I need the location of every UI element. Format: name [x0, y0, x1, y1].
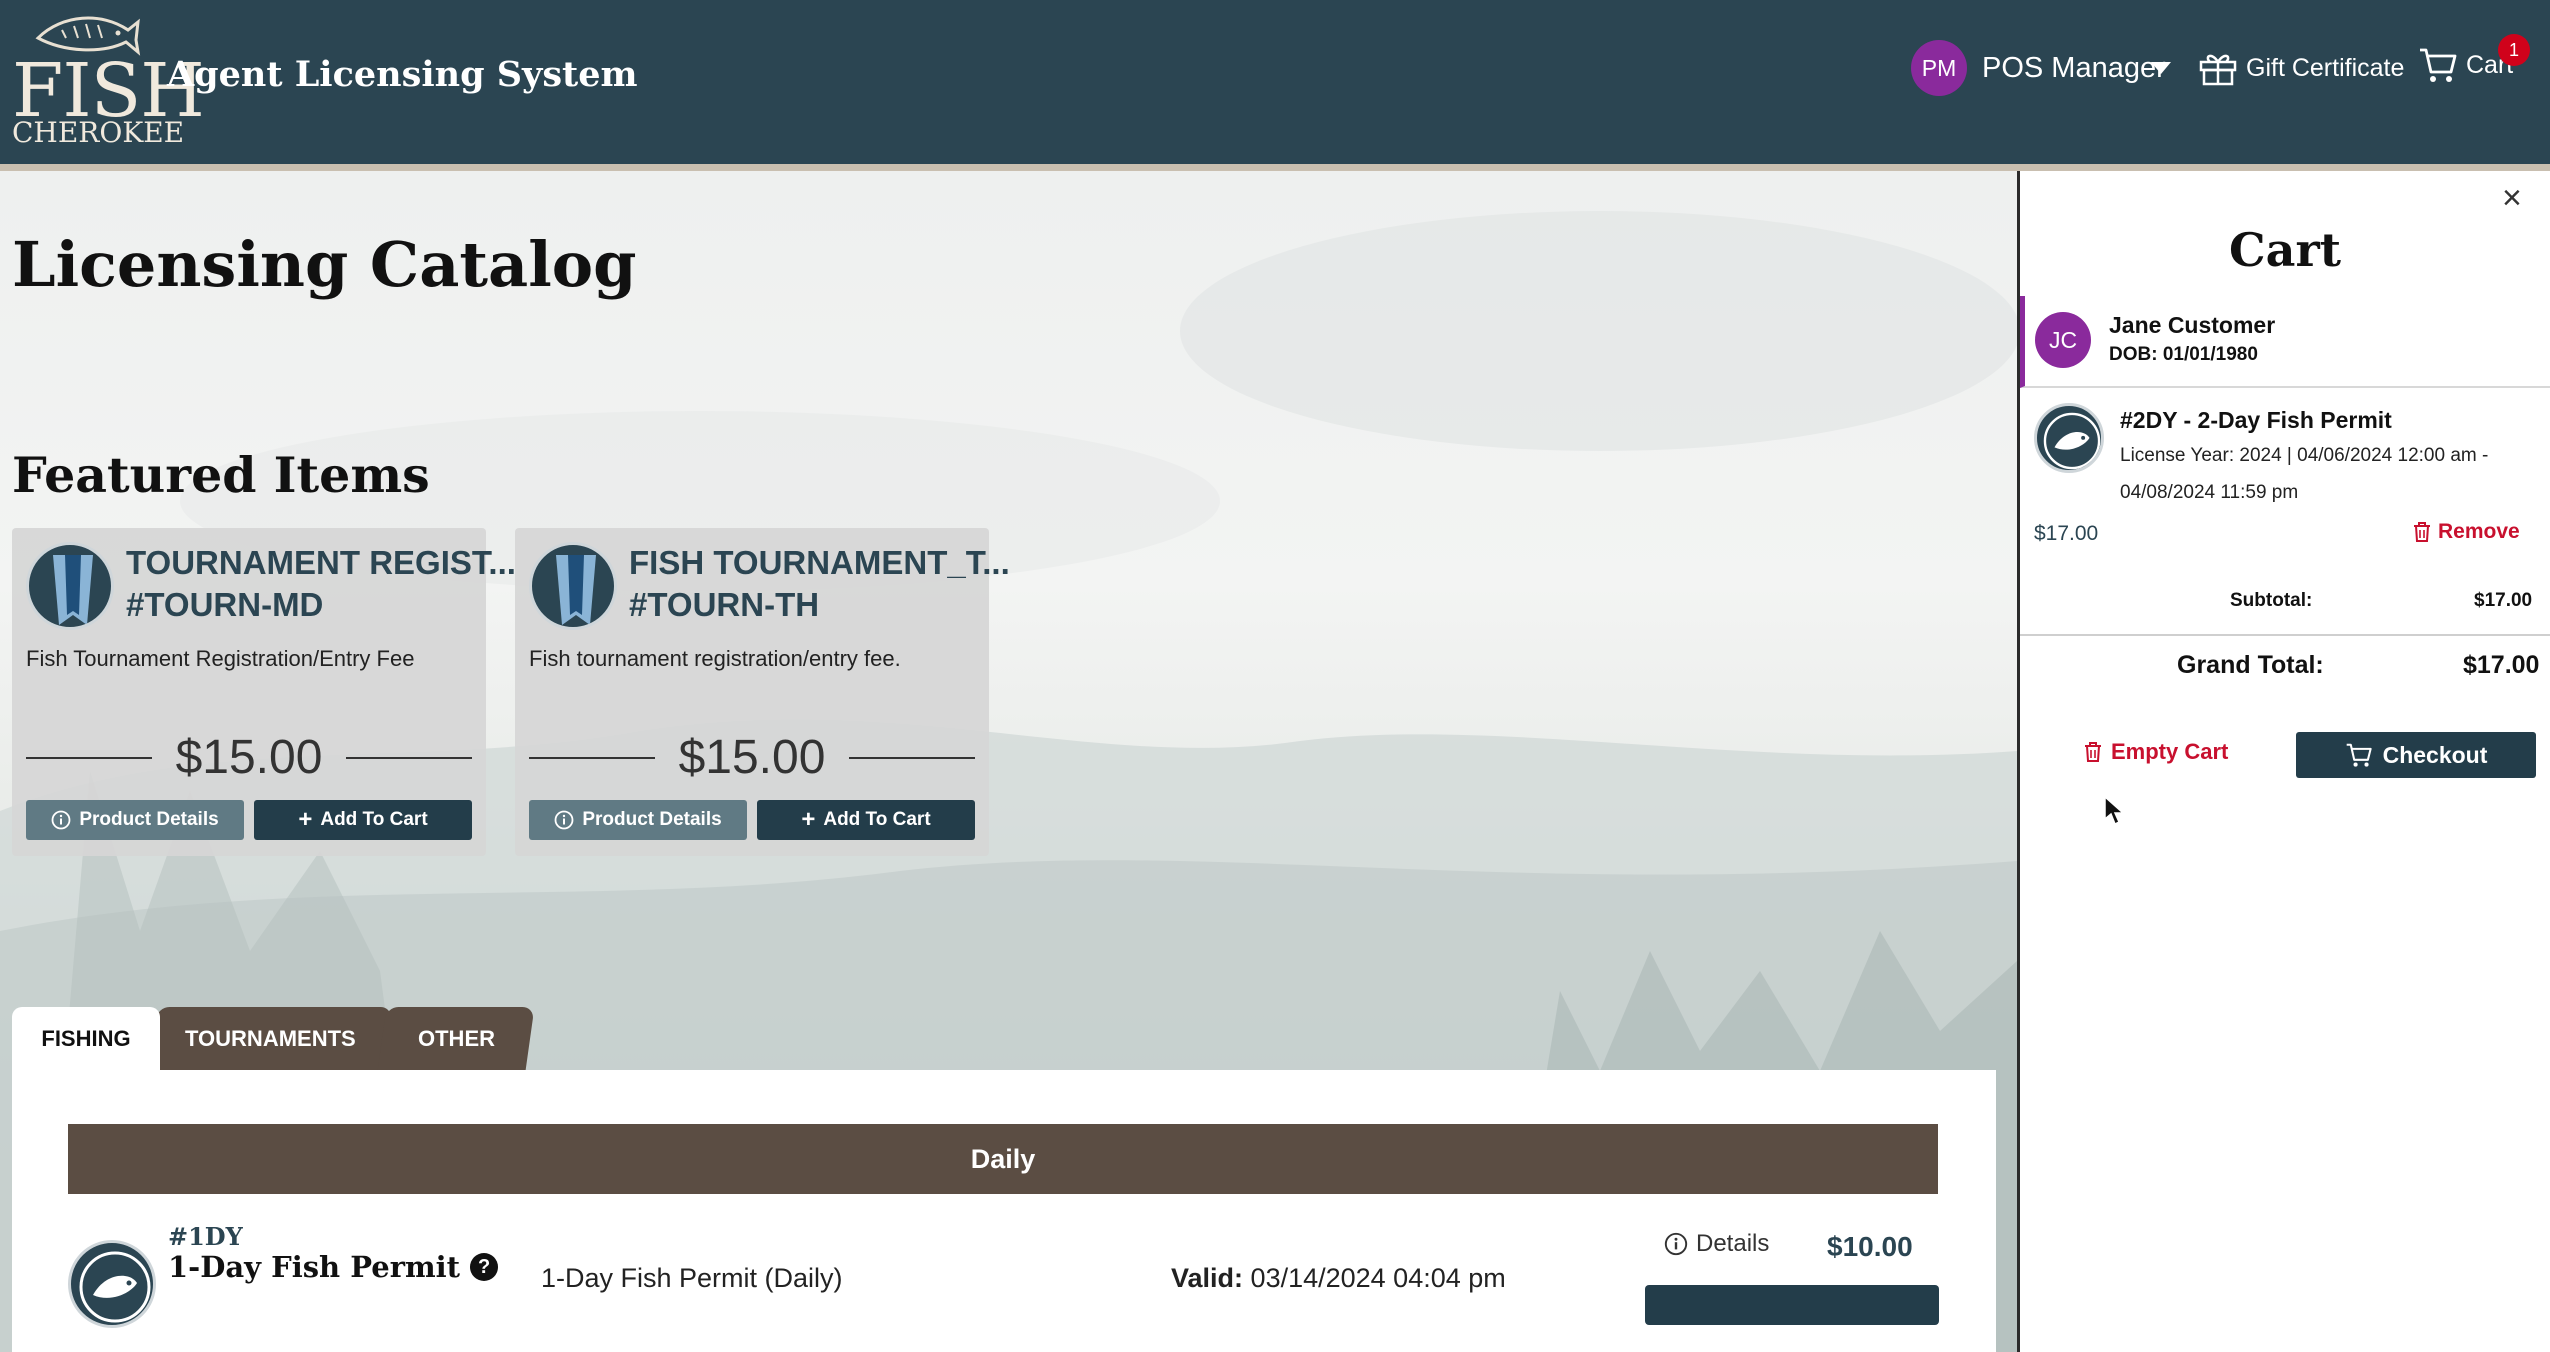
grand-total-value: $17.00: [2463, 651, 2540, 679]
list-item-price: $10.00: [1827, 1231, 1913, 1262]
app-header: FISH CHEROKEE Agent Licensing System PM …: [0, 0, 2550, 164]
checkout-label: Checkout: [2382, 741, 2488, 768]
remove-item-button[interactable]: Remove: [2412, 520, 2520, 544]
cart-count-badge: 1: [2498, 34, 2530, 66]
section-header-daily: Daily: [68, 1124, 1938, 1194]
customer-dob: DOB: 01/01/1980: [2109, 344, 2258, 365]
customer-name: Jane Customer: [2109, 312, 2276, 338]
user-menu-name[interactable]: POS Manager: [1982, 52, 2166, 85]
info-icon: [1664, 1232, 1688, 1256]
price-divider: [346, 757, 472, 759]
tab-label: TOURNAMENTS: [185, 1026, 356, 1051]
product-details-button[interactable]: Product Details: [26, 800, 244, 840]
details-label: Details: [1696, 1230, 1770, 1257]
app-title: Agent Licensing System: [167, 54, 638, 95]
cart-icon: [2346, 743, 2372, 767]
product-details-button[interactable]: Product Details: [529, 800, 747, 840]
featured-item-description: Fish tournament registration/entry fee.: [529, 646, 901, 671]
remove-label: Remove: [2438, 520, 2520, 543]
user-avatar[interactable]: PM: [1911, 40, 1967, 96]
cart-title: Cart: [2229, 223, 2341, 277]
help-icon[interactable]: ?: [470, 1253, 499, 1281]
list-item-details-link[interactable]: Details: [1664, 1230, 1769, 1258]
list-item-title: 1-Day Fish Permit: [168, 1250, 461, 1284]
cart-customer: JC Jane Customer DOB: 01/01/1980: [2020, 296, 2550, 388]
fish-cherokee-logo[interactable]: FISH CHEROKEE: [10, 8, 205, 153]
trash-icon: [2085, 742, 2101, 762]
tab-fishing[interactable]: FISHING: [12, 1007, 160, 1071]
cart-panel: × Cart JC Jane Customer DOB: 01/01/1980 …: [2017, 171, 2550, 1352]
list-item-add-to-cart-button[interactable]: [1645, 1285, 1939, 1325]
list-item-name: 1-Day Fish Permit ?: [168, 1250, 499, 1284]
trash-icon: [2414, 522, 2430, 542]
featured-item-code: #TOURN-MD: [126, 586, 324, 623]
grand-total-label: Grand Total:: [2177, 651, 2324, 679]
add-to-cart-label: Add To Cart: [320, 809, 428, 830]
featured-item-name: TOURNAMENT REGIST...: [126, 544, 516, 581]
cart-item-name: #2DY - 2-Day Fish Permit: [2120, 407, 2392, 433]
catalog-main: Licensing Catalog Featured Items TOURNAM…: [0, 171, 2017, 1352]
cart-item-price: $17.00: [2034, 522, 2099, 545]
tab-other[interactable]: OTHER: [377, 1007, 535, 1071]
featured-items-title: Featured Items: [12, 446, 430, 504]
checkout-button[interactable]: Checkout: [2296, 732, 2536, 778]
cart-item-detail: License Year: 2024 | 04/06/2024 12:00 am…: [2120, 445, 2489, 466]
add-to-cart-button[interactable]: + Add To Cart: [254, 800, 472, 840]
info-icon: [51, 810, 71, 830]
tab-tournaments[interactable]: TOURNAMENTS: [148, 1007, 393, 1071]
list-item-valid: Valid: 03/14/2024 04:04 pm: [1171, 1263, 1506, 1294]
add-to-cart-button[interactable]: + Add To Cart: [757, 800, 975, 840]
gift-icon: [2199, 54, 2237, 86]
cart-divider: [2020, 634, 2550, 636]
fish-badge-icon: [68, 1240, 156, 1328]
plus-icon: +: [298, 806, 313, 833]
valid-value: 03/14/2024 04:04 pm: [1250, 1263, 1506, 1293]
featured-item-description: Fish Tournament Registration/Entry Fee: [26, 646, 415, 671]
close-icon[interactable]: ×: [2502, 179, 2522, 218]
valid-label: Valid:: [1171, 1263, 1244, 1293]
product-details-label: Product Details: [79, 809, 219, 830]
fish-badge-icon: [2034, 403, 2104, 473]
tab-label: OTHER: [417, 1026, 495, 1051]
gift-certificate-label: Gift Certificate: [2246, 53, 2405, 82]
chevron-down-icon[interactable]: [2151, 62, 2171, 74]
subtotal-label: Subtotal:: [2230, 590, 2313, 611]
product-details-label: Product Details: [582, 809, 722, 830]
featured-item-code: #TOURN-TH: [629, 586, 820, 623]
page-title: Licensing Catalog: [12, 228, 637, 301]
featured-item-name: FISH TOURNAMENT_T...: [629, 544, 1010, 581]
cart-item-detail: 04/08/2024 11:59 pm: [2120, 482, 2299, 503]
logo-subtext: CHEROKEE: [12, 116, 185, 149]
gift-certificate-link[interactable]: Gift Certificate: [2198, 50, 2404, 86]
product-badge-icon: [529, 542, 617, 630]
plus-icon: +: [801, 806, 816, 833]
customer-avatar: JC: [2035, 312, 2091, 368]
empty-cart-button[interactable]: Empty Cart: [2083, 739, 2228, 765]
price-divider: [849, 757, 975, 759]
featured-item-card: TOURNAMENT REGIST... #TOURN-MD Fish Tour…: [12, 528, 516, 856]
mouse-cursor-icon: [2104, 795, 2125, 826]
product-badge-icon: [26, 542, 114, 630]
featured-item-card: FISH TOURNAMENT_T... #TOURN-TH Fish tour…: [515, 528, 1010, 856]
empty-cart-label: Empty Cart: [2111, 739, 2229, 764]
product-list-panel: Daily #1DY 1-Day Fish Permit ? 1-Day Fis…: [12, 1070, 1996, 1352]
cart-icon: [2420, 48, 2457, 82]
list-item-code: #1DY: [168, 1222, 243, 1251]
add-to-cart-label: Add To Cart: [823, 809, 931, 830]
header-divider: [0, 164, 2550, 171]
subtotal-value: $17.00: [2474, 590, 2533, 611]
info-icon: [554, 810, 574, 830]
tab-label: FISHING: [41, 1026, 131, 1051]
list-item-description: 1-Day Fish Permit (Daily): [541, 1263, 843, 1293]
